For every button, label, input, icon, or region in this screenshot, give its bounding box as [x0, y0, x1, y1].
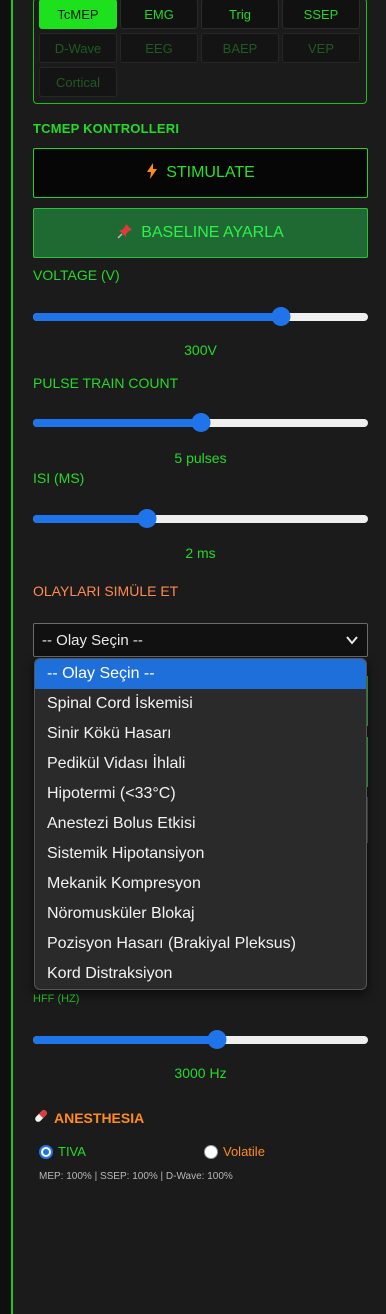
event-option[interactable]: -- Olay Seçin -- — [35, 659, 366, 689]
pulse-train-value: 5 pulses — [174, 450, 227, 466]
baseline-label: BASELINE AYARLA — [141, 224, 284, 241]
anesthesia-title: ANESTHESIA — [33, 1108, 144, 1127]
modality-vep-button[interactable]: VEP — [282, 33, 360, 63]
stimulate-label: STIMULATE — [166, 164, 255, 181]
voltage-thumb[interactable] — [271, 307, 291, 326]
event-dropdown-list: -- Olay Seçin -- Spinal Cord İskemisi Si… — [34, 658, 367, 990]
hff-thumb[interactable] — [207, 1030, 227, 1049]
event-option[interactable]: Mekanik Kompresyon — [35, 869, 366, 899]
pill-icon — [33, 1108, 49, 1127]
tcmep-section-title: TCMEP KONTROLLERI — [33, 121, 180, 136]
pulse-thumb[interactable] — [191, 413, 210, 432]
baseline-button[interactable]: BASELINE AYARLA — [33, 208, 368, 258]
modality-eeg-button[interactable]: EEG — [120, 33, 198, 63]
modality-baep-button[interactable]: BAEP — [201, 33, 279, 63]
modality-selector: TcMEP EMG Trig SSEP D-Wave EEG BAEP VEP … — [33, 0, 367, 104]
hff-slider[interactable] — [33, 1030, 368, 1050]
volatile-label: Volatile — [223, 1144, 265, 1159]
voltage-value: 300V — [184, 342, 217, 358]
isi-slider[interactable] — [33, 509, 368, 529]
voltage-track — [33, 313, 368, 321]
pulse-train-label: PULSE TRAIN COUNT — [33, 375, 179, 391]
voltage-slider[interactable] — [33, 307, 368, 327]
event-option[interactable]: Kord Distraksiyon — [35, 959, 366, 989]
modality-emg-button[interactable]: EMG — [120, 0, 198, 29]
volatile-radio[interactable]: Volatile — [204, 1144, 265, 1159]
hff-fill — [33, 1036, 218, 1044]
left-rail — [0, 0, 13, 1314]
volatile-radio-indicator[interactable] — [204, 1144, 218, 1159]
event-option[interactable]: Hipotermi (<33°C) — [35, 779, 366, 809]
hff-track — [33, 1036, 368, 1044]
isi-track — [33, 515, 368, 523]
isi-fill — [33, 515, 147, 523]
event-option[interactable]: Nöromusküler Blokaj — [35, 899, 366, 929]
modality-ssep-button[interactable]: SSEP — [282, 0, 360, 29]
event-select[interactable]: -- Olay Seçin -- — [33, 623, 368, 657]
pulse-train-slider[interactable] — [33, 413, 368, 433]
isi-label: ISI (MS) — [33, 470, 85, 486]
tiva-radio[interactable]: TIVA — [39, 1144, 86, 1159]
anesthesia-status-text: MEP: 100% | SSEP: 100% | D-Wave: 100% — [39, 1171, 233, 1182]
event-option[interactable]: Anestezi Bolus Etkisi — [35, 809, 366, 839]
voltage-fill — [33, 313, 281, 321]
lightning-icon — [146, 162, 158, 184]
event-option[interactable]: Pozisyon Hasarı (Brakiyal Pleksus) — [35, 929, 366, 959]
isi-thumb[interactable] — [137, 509, 157, 528]
modality-trig-button[interactable]: Trig — [201, 0, 279, 29]
chevron-down-icon — [345, 633, 359, 647]
tiva-label: TIVA — [58, 1144, 86, 1159]
modality-cortical-button[interactable]: Cortical — [39, 67, 117, 97]
hff-value: 3000 Hz — [174, 1065, 227, 1081]
anesthesia-title-text: ANESTHESIA — [54, 1109, 145, 1126]
event-select-value: -- Olay Seçin -- — [42, 631, 143, 649]
event-option[interactable]: Spinal Cord İskemisi — [35, 689, 366, 719]
modality-tcmep-button[interactable]: TcMEP — [39, 0, 117, 29]
event-option[interactable]: Sinir Kökü Hasarı — [35, 719, 366, 749]
voltage-label: VOLTAGE (V) — [33, 267, 120, 283]
event-option[interactable]: Sistemik Hipotansiyon — [35, 839, 366, 869]
pushpin-icon — [117, 223, 133, 244]
stimulate-button[interactable]: STIMULATE — [33, 148, 368, 198]
isi-value: 2 ms — [185, 545, 216, 561]
hff-label: HFF (HZ) — [33, 993, 80, 1005]
events-label: OLAYLARI SIMÜLE ET — [33, 583, 179, 599]
pulse-fill — [33, 419, 201, 427]
tiva-radio-indicator[interactable] — [39, 1144, 53, 1159]
event-option[interactable]: Pedikül Vidası İhlali — [35, 749, 366, 779]
control-panel: TcMEP EMG Trig SSEP D-Wave EEG BAEP VEP … — [15, 0, 386, 1314]
modality-dwave-button[interactable]: D-Wave — [39, 33, 117, 63]
